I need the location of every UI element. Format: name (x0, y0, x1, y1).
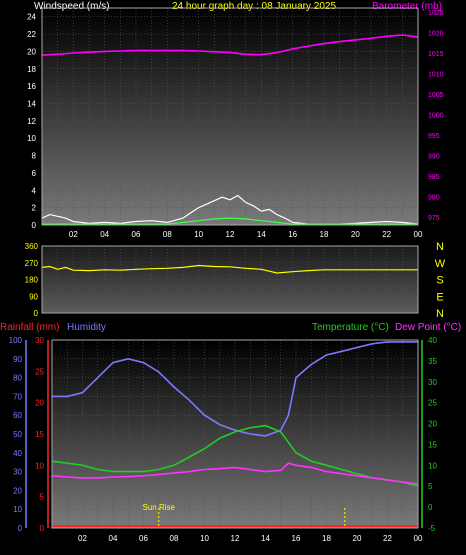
wind-x-tick-label: 06 (132, 230, 141, 239)
wind-x-tick-label: 14 (257, 230, 266, 239)
wind-x-tick-label: 12 (226, 230, 235, 239)
humidity-y-tick-label: 60 (13, 411, 22, 420)
humidity-axis-label: Humidity (67, 322, 106, 333)
temp-x-tick-label: 06 (139, 534, 148, 543)
wind-y-tick-label: 10 (27, 134, 36, 143)
direction-y-tick-label: 360 (25, 242, 39, 251)
sun-rise-label: Sun Rise (143, 503, 176, 512)
humidity-y-tick-label: 70 (13, 392, 22, 401)
temperature-y-tick-label: 40 (428, 336, 437, 345)
wind-x-tick-label: 08 (163, 230, 172, 239)
barometer-y-tick-label: 975 (428, 215, 440, 222)
barometer-y-tick-label: 1000 (428, 112, 444, 119)
wind-x-tick-label: 00 (414, 230, 423, 239)
temp-x-tick-label: 14 (261, 534, 270, 543)
temp-x-tick-label: 16 (292, 534, 301, 543)
rainfall-y-tick-label: 5 (40, 493, 45, 502)
temp-x-tick-label: 20 (353, 534, 362, 543)
temp-x-tick-label: 22 (383, 534, 392, 543)
rainfall-y-tick-label: 20 (35, 399, 44, 408)
wind-y-tick-label: 20 (27, 47, 36, 56)
wind-y-tick-label: 0 (32, 221, 37, 230)
humidity-y-tick-label: 90 (13, 355, 22, 364)
temperature-y-tick-label: 20 (428, 420, 437, 429)
temp-x-tick-label: 10 (200, 534, 209, 543)
wind-y-tick-label: 12 (27, 117, 36, 126)
temperature-y-tick-label: 10 (428, 461, 437, 470)
temperature-y-tick-label: 30 (428, 378, 437, 387)
compass-label: N (436, 241, 444, 253)
rainfall-y-tick-label: 30 (35, 336, 44, 345)
barometer-y-tick-label: 1005 (428, 92, 444, 99)
wind-x-tick-label: 10 (194, 230, 203, 239)
wind-y-tick-label: 8 (32, 152, 37, 161)
temp-x-tick-label: 18 (322, 534, 331, 543)
wind-y-tick-label: 24 (27, 13, 36, 22)
barometer-y-tick-label: 990 (428, 153, 440, 160)
temp-x-tick-label: 12 (231, 534, 240, 543)
dewpoint-axis-label: Dew Point (°C) (395, 322, 461, 333)
barometer-axis-label: Barometer (mb) (372, 1, 442, 12)
humidity-y-tick-label: 100 (9, 336, 23, 345)
wind-x-tick-label: 22 (382, 230, 391, 239)
humidity-y-tick-label: 80 (13, 374, 22, 383)
barometer-y-tick-label: 1010 (428, 72, 444, 79)
compass-label: E (436, 291, 443, 303)
temp-x-tick-label: 02 (78, 534, 87, 543)
wind-y-tick-label: 6 (32, 169, 37, 178)
direction-y-tick-label: 90 (29, 292, 38, 301)
compass-label: S (436, 275, 443, 287)
temperature-axis-label: Temperature (°C) (312, 322, 389, 333)
wind-x-tick-label: 04 (100, 230, 109, 239)
temperature-y-tick-label: 25 (428, 399, 437, 408)
wind-y-tick-label: 14 (27, 99, 36, 108)
weather-charts-svg: 0246810121416182022249759809859909951000… (0, 1, 461, 543)
barometer-y-tick-label: 995 (428, 133, 440, 140)
rainfall-y-tick-label: 15 (35, 430, 44, 439)
windspeed-axis-label: Windspeed (m/s) (34, 1, 110, 12)
barometer-y-tick-label: 1020 (428, 31, 444, 38)
humidity-y-tick-label: 40 (13, 449, 22, 458)
temp-x-tick-label: 04 (109, 534, 118, 543)
humidity-y-tick-label: 30 (13, 468, 22, 477)
wind-x-tick-label: 16 (288, 230, 297, 239)
humidity-y-tick-label: 20 (13, 486, 22, 495)
chart-title: 24 hour graph day : 08 January 2025 (172, 1, 336, 12)
rainfall-y-tick-label: 0 (40, 524, 45, 533)
wind-y-tick-label: 4 (32, 186, 37, 195)
humidity-y-tick-label: 10 (13, 505, 22, 514)
humidity-y-tick-label: 50 (13, 430, 22, 439)
temperature-y-tick-label: 15 (428, 440, 437, 449)
weather-graph: 0 2 4 6 8 10 12 14 16 18 20 22 24 975 980 985 990 995 1000… (0, 0, 466, 555)
temp-x-tick-label: 08 (170, 534, 179, 543)
temperature-y-tick-label: 35 (428, 357, 437, 366)
barometer-y-tick-label: 985 (428, 174, 440, 181)
barometer-y-tick-label: 980 (428, 194, 440, 201)
direction-y-tick-label: 180 (25, 276, 39, 285)
temperature-y-tick-label: -5 (428, 524, 436, 533)
direction-y-tick-label: 0 (34, 309, 39, 318)
barometer-y-tick-label: 1015 (428, 51, 444, 58)
compass-label: W (435, 258, 446, 270)
wind-y-tick-label: 2 (32, 204, 37, 213)
temperature-y-tick-label: 5 (428, 482, 433, 491)
wind-y-tick-label: 16 (27, 82, 36, 91)
wind-y-tick-label: 18 (27, 65, 36, 74)
rainfall-axis-label: Rainfall (mm) (0, 322, 59, 333)
wind-x-tick-label: 18 (320, 230, 329, 239)
wind-x-tick-label: 20 (351, 230, 360, 239)
wind-x-tick-label: 02 (69, 230, 78, 239)
wind-y-tick-label: 22 (27, 30, 36, 39)
humidity-y-tick-label: 0 (18, 524, 23, 533)
direction-y-tick-label: 270 (25, 259, 39, 268)
temperature-y-tick-label: 0 (428, 503, 433, 512)
rainfall-y-tick-label: 25 (35, 367, 44, 376)
rainfall-y-tick-label: 10 (35, 461, 44, 470)
temp-x-tick-label: 00 (414, 534, 423, 543)
compass-label: N (436, 308, 444, 320)
